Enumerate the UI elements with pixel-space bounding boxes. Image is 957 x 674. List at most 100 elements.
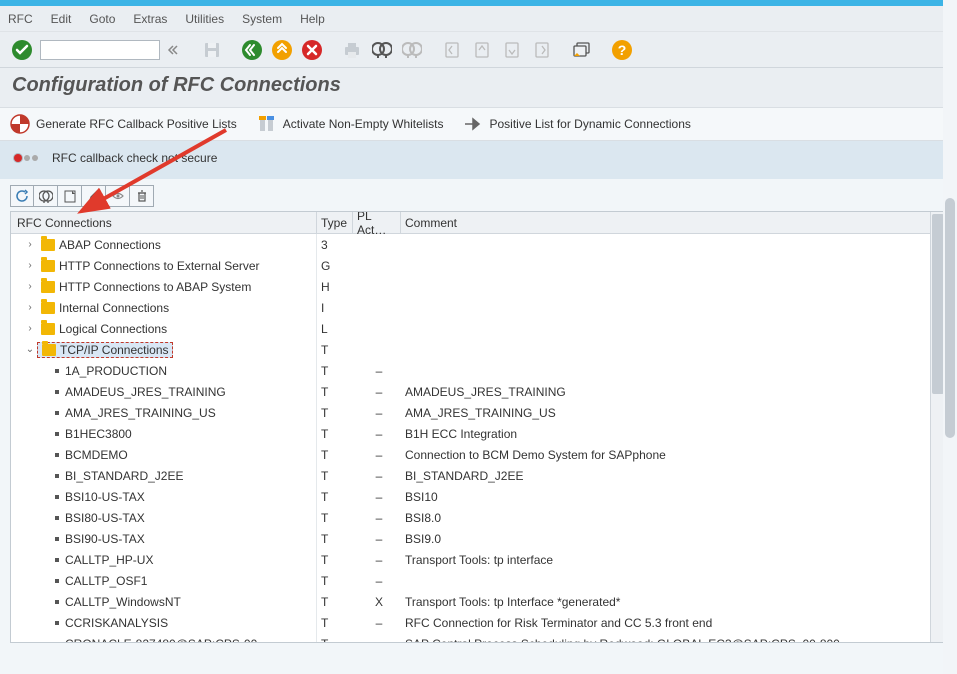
bullet-icon xyxy=(55,390,59,394)
bullet-icon xyxy=(55,621,59,625)
tree-item-row[interactable]: B1HEC3800T–B1H ECC Integration xyxy=(11,423,946,444)
folder-label: Logical Connections xyxy=(59,322,167,336)
cell-comment: BSI10 xyxy=(401,486,946,507)
tree-folder-row[interactable]: ⌄TCP/IP ConnectionsT xyxy=(11,339,946,360)
last-page-icon[interactable] xyxy=(530,38,554,62)
tree-folder-row[interactable]: ›ABAP Connections3 xyxy=(11,234,946,255)
svg-text:?: ? xyxy=(618,42,627,58)
create-button[interactable] xyxy=(58,185,82,207)
back-icon[interactable] xyxy=(240,38,264,62)
bullet-icon xyxy=(55,432,59,436)
column-header-type[interactable]: Type xyxy=(317,212,353,233)
expand-icon[interactable]: › xyxy=(23,239,37,250)
cell-comment: BSI9.0 xyxy=(401,528,946,549)
tree-toolbar xyxy=(10,185,957,207)
menu-goto[interactable]: Goto xyxy=(89,12,115,26)
bullet-icon xyxy=(55,516,59,520)
first-page-icon[interactable] xyxy=(440,38,464,62)
exit-icon[interactable] xyxy=(270,38,294,62)
tree-item-row[interactable]: CRONACLE-827480@SAP:CPS-00T–SAP Central … xyxy=(11,633,946,642)
cell-comment: SAP Central Process Scheduling by Redwoo… xyxy=(401,633,946,642)
activate-whitelists-button[interactable]: Activate Non-Empty Whitelists xyxy=(257,114,444,134)
item-label: BSI10-US-TAX xyxy=(65,490,145,504)
folder-icon xyxy=(41,239,55,251)
tree-item-row[interactable]: CALLTP_WindowsNTTXTransport Tools: tp In… xyxy=(11,591,946,612)
menu-help[interactable]: Help xyxy=(300,12,325,26)
display-button[interactable] xyxy=(106,185,130,207)
new-session-icon[interactable] xyxy=(570,38,594,62)
tree-item-row[interactable]: BSI90-US-TAXT–BSI9.0 xyxy=(11,528,946,549)
column-header-name[interactable]: RFC Connections xyxy=(11,212,317,233)
application-toolbar: Generate RFC Callback Positive Lists Act… xyxy=(0,107,957,141)
cancel-icon[interactable] xyxy=(300,38,324,62)
menu-rfc[interactable]: RFC xyxy=(8,12,33,26)
folder-label: HTTP Connections to ABAP System xyxy=(59,280,251,294)
tree-item-row[interactable]: CALLTP_HP-UXT–Transport Tools: tp interf… xyxy=(11,549,946,570)
command-field[interactable] xyxy=(40,40,160,60)
bullet-icon xyxy=(55,558,59,562)
window-scrollbar[interactable] xyxy=(943,0,957,674)
save-icon[interactable] xyxy=(200,38,224,62)
tree-folder-row[interactable]: ›HTTP Connections to ABAP SystemH xyxy=(11,276,946,297)
page-title: Configuration of RFC Connections xyxy=(0,68,957,107)
column-header-plactive[interactable]: PL Act… xyxy=(353,212,401,233)
cell-type: T xyxy=(317,486,353,507)
tree-item-row[interactable]: BSI10-US-TAXT–BSI10 xyxy=(11,486,946,507)
collapse-icon[interactable]: ⌄ xyxy=(23,344,37,355)
status-led-grey-icon xyxy=(24,155,30,161)
cell-type: G xyxy=(317,255,353,276)
tree-item-row[interactable]: AMA_JRES_TRAINING_UST–AMA_JRES_TRAINING_… xyxy=(11,402,946,423)
expand-icon[interactable]: › xyxy=(23,302,37,313)
tree-item-row[interactable]: BI_STANDARD_J2EET–BI_STANDARD_J2EE xyxy=(11,465,946,486)
cell-plactive: – xyxy=(353,633,401,642)
cell-type: T xyxy=(317,465,353,486)
prev-page-icon[interactable] xyxy=(470,38,494,62)
cell-comment: Connection to BCM Demo System for SAPpho… xyxy=(401,444,946,465)
item-label: B1HEC3800 xyxy=(65,427,132,441)
menu-system[interactable]: System xyxy=(242,12,282,26)
menu-extras[interactable]: Extras xyxy=(133,12,167,26)
help-icon[interactable]: ? xyxy=(610,38,634,62)
tree-item-row[interactable]: AMADEUS_JRES_TRAININGT–AMADEUS_JRES_TRAI… xyxy=(11,381,946,402)
tree-item-row[interactable]: BSI80-US-TAXT–BSI8.0 xyxy=(11,507,946,528)
tree-item-row[interactable]: 1A_PRODUCTIONT– xyxy=(11,360,946,381)
action-label: Positive List for Dynamic Connections xyxy=(489,117,690,131)
expand-icon[interactable]: › xyxy=(23,260,37,271)
expand-icon[interactable]: › xyxy=(23,323,37,334)
find-icon[interactable] xyxy=(370,38,394,62)
find-button[interactable] xyxy=(34,185,58,207)
column-header-comment[interactable]: Comment xyxy=(401,212,946,233)
bullet-icon xyxy=(55,600,59,604)
tree-item-row[interactable]: BCMDEMOT–Connection to BCM Demo System f… xyxy=(11,444,946,465)
tree-folder-row[interactable]: ›Logical ConnectionsL xyxy=(11,318,946,339)
folder-icon xyxy=(41,302,55,314)
delete-button[interactable] xyxy=(130,185,154,207)
dropdown-icon[interactable] xyxy=(166,38,182,62)
cell-type: T xyxy=(317,423,353,444)
tree-item-row[interactable]: CCRISKANALYSIST–RFC Connection for Risk … xyxy=(11,612,946,633)
action-label: Generate RFC Callback Positive Lists xyxy=(36,117,237,131)
next-page-icon[interactable] xyxy=(500,38,524,62)
bullet-icon xyxy=(55,537,59,541)
tree-item-row[interactable]: CALLTP_OSF1T– xyxy=(11,570,946,591)
item-label: BCMDEMO xyxy=(65,448,128,462)
cell-type: T xyxy=(317,507,353,528)
positive-list-dynamic-button[interactable]: Positive List for Dynamic Connections xyxy=(463,117,690,131)
find-next-icon[interactable] xyxy=(400,38,424,62)
expand-icon[interactable]: › xyxy=(23,281,37,292)
print-icon[interactable] xyxy=(340,38,364,62)
cell-comment: BI_STANDARD_J2EE xyxy=(401,465,946,486)
menu-utilities[interactable]: Utilities xyxy=(185,12,224,26)
edit-button[interactable] xyxy=(82,185,106,207)
cell-comment: Transport Tools: tp Interface *generated… xyxy=(401,591,946,612)
generate-callback-positive-lists-button[interactable]: Generate RFC Callback Positive Lists xyxy=(10,114,237,134)
enter-icon[interactable] xyxy=(10,38,34,62)
tree-folder-row[interactable]: ›HTTP Connections to External ServerG xyxy=(11,255,946,276)
standard-toolbar: ? xyxy=(0,32,957,68)
item-label: CALLTP_OSF1 xyxy=(65,574,147,588)
menu-edit[interactable]: Edit xyxy=(51,12,72,26)
status-text: RFC callback check not secure xyxy=(52,151,217,165)
tree-folder-row[interactable]: ›Internal ConnectionsI xyxy=(11,297,946,318)
cell-plactive: – xyxy=(353,444,401,465)
refresh-button[interactable] xyxy=(10,185,34,207)
